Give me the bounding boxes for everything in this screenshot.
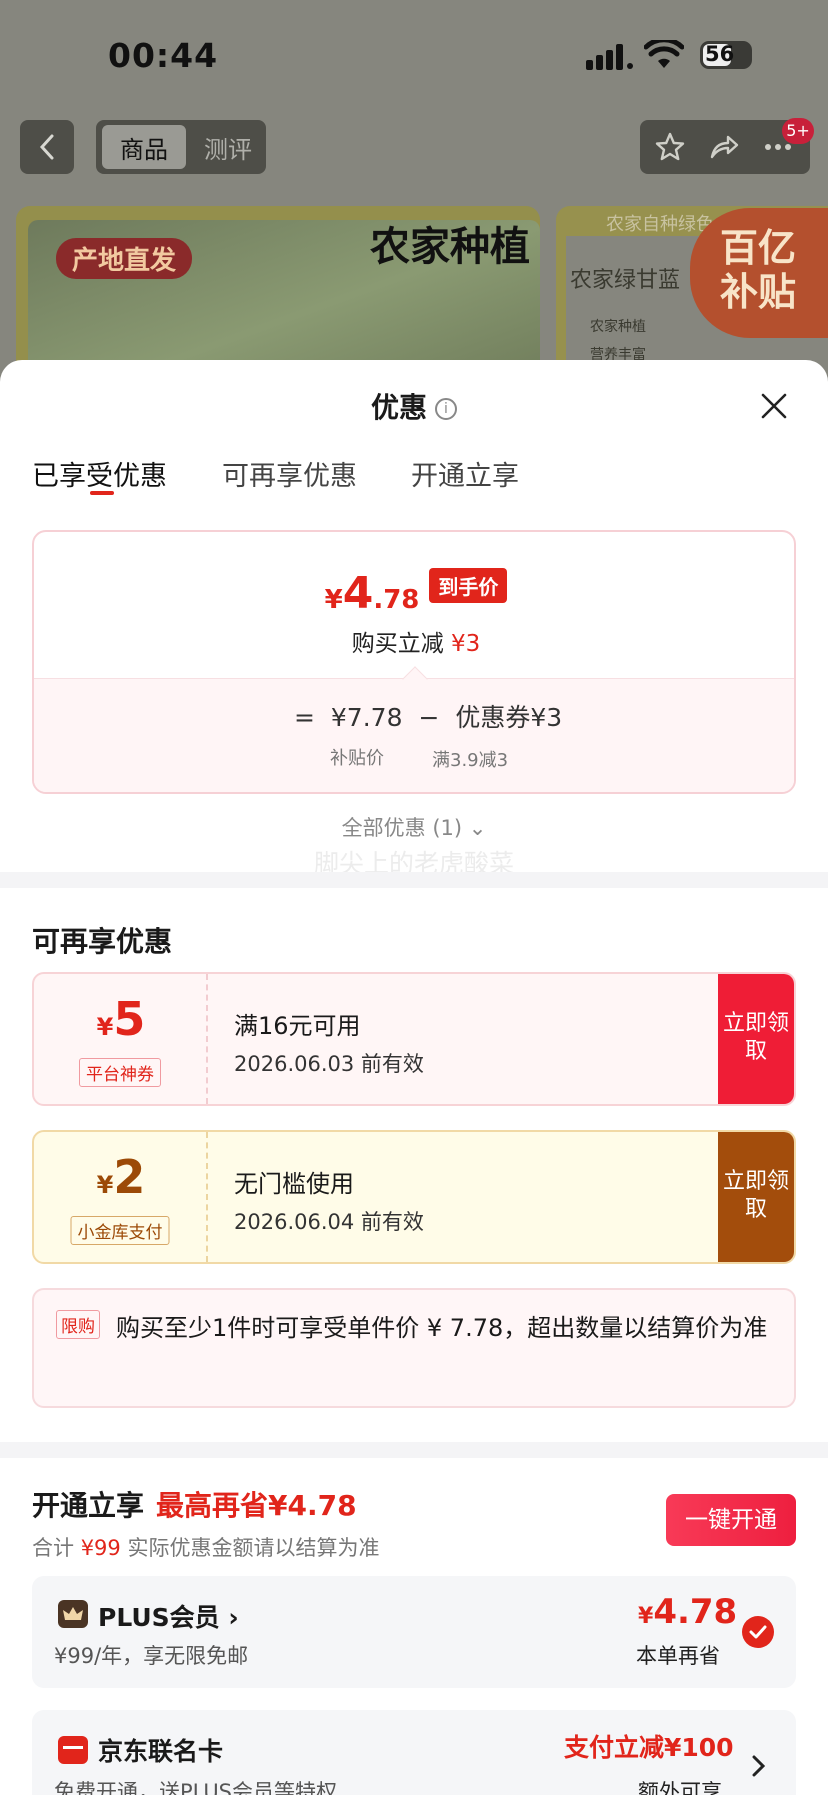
coupon-rule-label: 满3.9减3 xyxy=(432,750,509,771)
coupon-deduction: 优惠券¥3 xyxy=(455,703,563,732)
coupon-amount: ¥2 xyxy=(96,1150,146,1204)
checked-icon[interactable] xyxy=(742,1616,774,1648)
card-savings: 支付立减¥100 xyxy=(564,1733,734,1762)
coupon-card: ¥5 平台神券 满16元可用 2026.06.03 前有效 立即领取 xyxy=(32,972,796,1106)
crown-icon xyxy=(58,1600,88,1628)
wifi-icon xyxy=(644,40,684,68)
claim-coupon-button[interactable]: 立即领取 xyxy=(718,1132,794,1262)
plus-savings: ¥4.78 xyxy=(638,1592,738,1632)
open-membership-title: 开通立享 最高再省¥4.78 xyxy=(32,1489,357,1522)
tab-more[interactable]: 可再享优惠 xyxy=(222,454,357,493)
more-discounts-title: 可再享优惠 xyxy=(32,925,173,958)
star-icon[interactable] xyxy=(654,131,686,163)
banner-side-line1: 农家种植 xyxy=(590,319,646,335)
final-price-tag: 到手价 xyxy=(429,568,508,603)
battery-level: 56 xyxy=(705,42,735,66)
price-formula: = ¥7.78 − 优惠券¥3 xyxy=(294,703,563,732)
close-icon[interactable] xyxy=(758,390,790,422)
card-savings-note: 额外可享 xyxy=(638,1780,722,1795)
coupon-validity: 2026.06.03 前有效 xyxy=(234,1052,424,1076)
claim-coupon-button[interactable]: 立即领取 xyxy=(718,974,794,1104)
tab-open[interactable]: 开通立享 xyxy=(411,454,519,493)
card-name: 京东联名卡 xyxy=(98,1737,224,1766)
instant-reduction: 购买立减 ¥3 xyxy=(351,631,481,657)
base-price: ¥7.78 xyxy=(330,703,403,732)
coupon-amount: ¥5 xyxy=(96,992,146,1046)
active-tab-indicator xyxy=(90,491,114,495)
banner-side-name: 农家绿甘蓝 xyxy=(570,268,681,293)
chevron-down-icon: ⌄ xyxy=(468,816,487,840)
tab-product[interactable]: 商品 xyxy=(102,125,186,169)
price-breakdown-card: ¥4.78 到手价 购买立减 ¥3 = ¥7.78 − 优惠券¥3 补贴价 满3.… xyxy=(32,530,796,794)
limit-text: 购买至少1件时可享受单件价 ¥ 7.78，超出数量以结算价为准 xyxy=(116,1314,768,1342)
share-icon[interactable] xyxy=(708,131,740,163)
open-membership-subtitle: 合计 ¥99 实际优惠金额请以结算为准 xyxy=(32,1536,380,1560)
final-price: ¥4.78 到手价 xyxy=(34,568,794,619)
all-discounts-toggle[interactable]: 全部优惠 (1) ⌄ xyxy=(0,812,828,842)
coupon-condition: 无门槛使用 xyxy=(234,1170,354,1198)
banner-tag: 产地直发 xyxy=(56,238,193,279)
plus-member-card[interactable]: PLUS会员 › ¥99/年，享无限免邮 ¥4.78 本单再省 xyxy=(32,1576,796,1688)
credit-card-icon xyxy=(58,1736,88,1764)
coupon-type: 平台神券 xyxy=(79,1058,161,1087)
discount-sheet: 优惠 i 已享受优惠 可再享优惠 开通立享 ¥4.78 到手价 购买立减 ¥3 = … xyxy=(0,360,828,1795)
coupon-condition: 满16元可用 xyxy=(234,1012,361,1040)
chevron-right-icon[interactable] xyxy=(748,1754,768,1778)
product-review-switch: 商品 测评 xyxy=(96,120,266,174)
battery-icon: 56 xyxy=(700,41,752,69)
plus-member-name: PLUS会员 › xyxy=(98,1603,239,1632)
card-desc: 免费开通，送PLUS会员等特权 xyxy=(54,1780,338,1795)
status-bar: 00:44 56 xyxy=(0,0,828,110)
banner-side-heading: 农家自种绿色 xyxy=(606,214,714,235)
back-button[interactable] xyxy=(20,120,74,174)
one-key-open-button[interactable]: 一键开通 xyxy=(666,1494,796,1546)
base-price-label: 补贴价 xyxy=(330,748,384,769)
tab-review[interactable]: 测评 xyxy=(196,125,260,169)
banner-title: 农家种植 xyxy=(370,223,530,270)
plus-savings-note: 本单再省 xyxy=(636,1644,720,1668)
max-savings: 最高再省¥4.78 xyxy=(156,1489,357,1522)
back-arrow-icon xyxy=(39,134,54,160)
sheet-title: 优惠 i xyxy=(0,386,828,426)
coupon-type: 小金库支付 xyxy=(70,1216,170,1245)
limit-tag: 限购 xyxy=(56,1310,100,1339)
status-time: 00:44 xyxy=(108,36,219,75)
plus-member-desc: ¥99/年，享无限免邮 xyxy=(54,1644,249,1668)
tab-enjoyed[interactable]: 已享受优惠 xyxy=(32,454,167,493)
cellular-signal-icon xyxy=(586,44,633,70)
jd-cobrand-card[interactable]: 京东联名卡 免费开通，送PLUS会员等特权 支付立减¥100 额外可享 xyxy=(32,1710,796,1795)
subsidy-badge: 百亿 补贴 xyxy=(690,208,828,338)
info-icon[interactable]: i xyxy=(435,398,457,420)
coupon-card: ¥2 小金库支付 无门槛使用 2026.06.04 前有效 立即领取 xyxy=(32,1130,796,1264)
purchase-limit-notice: 限购 购买至少1件时可享受单件价 ¥ 7.78，超出数量以结算价为准 xyxy=(32,1288,796,1408)
message-badge: 5+ xyxy=(782,118,814,144)
coupon-validity: 2026.06.04 前有效 xyxy=(234,1210,424,1234)
